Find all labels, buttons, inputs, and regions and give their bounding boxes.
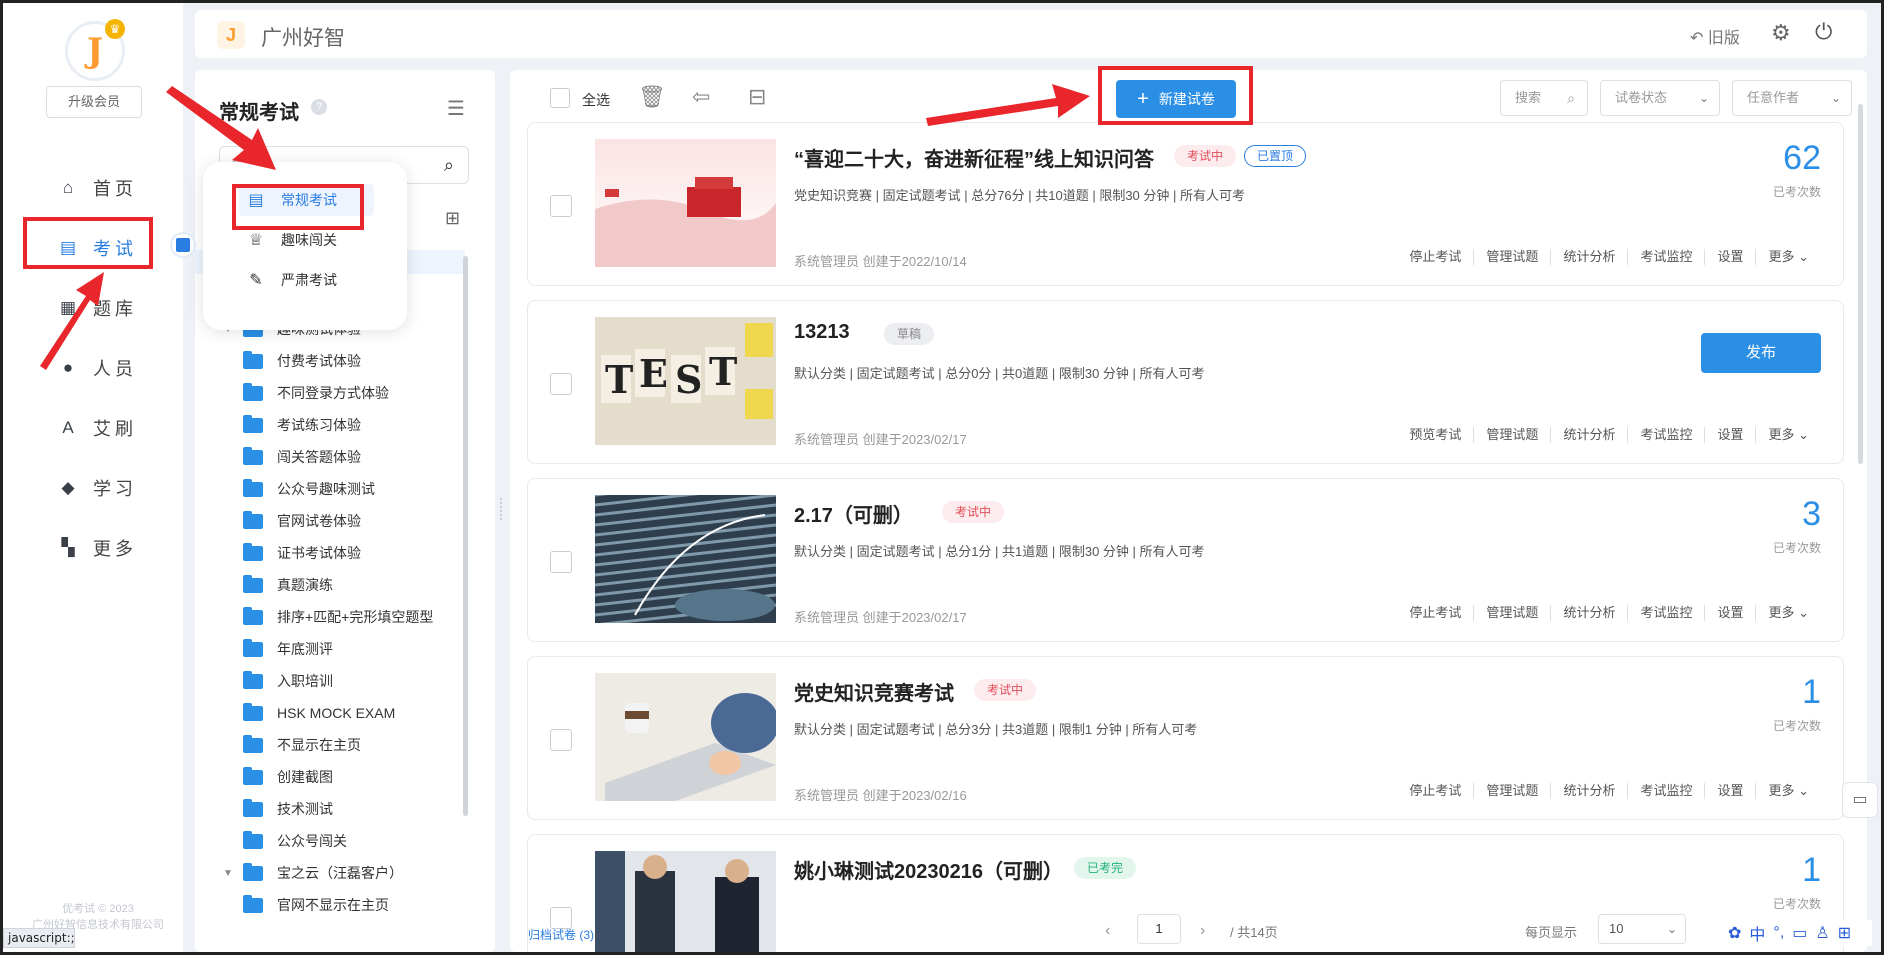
- ime-user-icon: ♙: [1815, 925, 1830, 942]
- paw-icon: ✿: [1728, 925, 1742, 942]
- status-bar: javascript:;: [3, 928, 75, 948]
- arrow-to-new-exam: [926, 84, 1090, 126]
- ime-toolbar[interactable]: ✿ 中 °, ▭ ♙ ⊞: [1722, 920, 1872, 946]
- ime-screen-icon: ▭: [1792, 925, 1808, 942]
- ime-grid-icon: ⊞: [1837, 925, 1852, 942]
- arrow-to-exam-nav: [40, 272, 104, 370]
- ime-chinese-icon: 中: [1749, 927, 1766, 944]
- arrow-to-popup: [166, 86, 276, 170]
- annotation-arrows: [40, 84, 1090, 370]
- ime-punct-icon: °,: [1773, 924, 1785, 941]
